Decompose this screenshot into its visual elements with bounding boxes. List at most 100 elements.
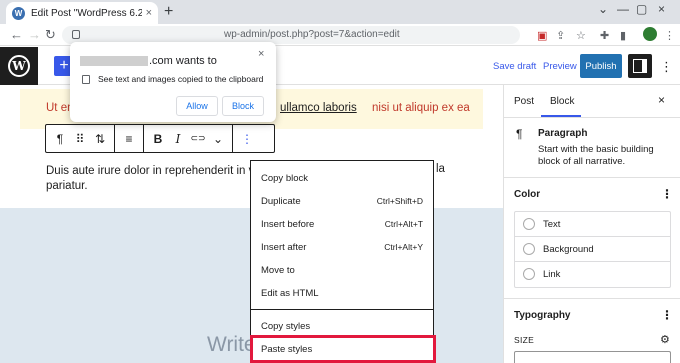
settings-toggle-icon[interactable] (628, 54, 652, 78)
block-description: Start with the basic building block of a… (538, 144, 654, 167)
menu-item-shortcut: Ctrl+Shift+D (376, 196, 423, 206)
font-size-picker[interactable] (514, 351, 671, 363)
italic-button[interactable]: I (168, 129, 188, 149)
share-icon[interactable]: ⇪ (556, 29, 565, 42)
close-window-button[interactable]: × (658, 2, 665, 16)
tab-close-icon[interactable]: × (146, 7, 152, 19)
permission-title: .com wants to (149, 55, 217, 67)
block-button[interactable]: Block (222, 96, 264, 116)
tab-title: Edit Post "WordPress 6.2" ‹ Word (31, 7, 142, 19)
align-icon[interactable]: ≡ (119, 129, 139, 149)
bookmark-star-icon[interactable]: ☆ (576, 29, 586, 42)
redacted-domain (80, 56, 148, 66)
extensions-icon[interactable]: ✚ (600, 29, 609, 42)
browser-tab-bar: W Edit Post "WordPress 6.2" ‹ Word × + ⌄… (0, 0, 680, 24)
chrome-menu-icon[interactable]: ⋮ (664, 29, 675, 42)
typography-section-title: Typography (514, 310, 571, 321)
active-tab-indicator (541, 115, 581, 117)
menu-item-shortcut: Ctrl+Alt+Y (384, 242, 423, 252)
divider (504, 177, 680, 178)
settings-sidebar: Post Block × ¶ Paragraph Start with the … (503, 85, 680, 363)
color-item-label: Link (543, 269, 561, 280)
color-section-title: Color (514, 189, 541, 200)
popup-close-icon[interactable]: × (258, 48, 264, 60)
menu-item-label: Move to (261, 265, 295, 276)
publish-button[interactable]: Publish (580, 54, 622, 78)
save-draft-button[interactable]: Save draft (493, 61, 536, 72)
url-text: wp-admin/post.php?post=7&action=edit (224, 29, 400, 40)
wordpress-logo-mark: W (8, 55, 30, 77)
menu-item-insert-before[interactable]: Insert before Ctrl+Alt+T (251, 214, 433, 236)
color-item-label: Background (543, 244, 594, 255)
menu-item-move-to[interactable]: Move to (251, 260, 433, 282)
wordpress-favicon-icon: W (12, 6, 25, 20)
options-menu-icon[interactable]: ⋮ (660, 59, 673, 75)
paragraph-link[interactable]: ullamco laboris (280, 102, 357, 114)
font-size-label: SIZE (514, 335, 535, 345)
paste-styles-highlight-box (250, 335, 436, 363)
body-paragraph-line2: pariatur. (46, 180, 88, 192)
tab-post[interactable]: Post (514, 96, 534, 107)
menu-item-label: Edit as HTML (261, 288, 319, 299)
block-options-menu: Copy block Duplicate Ctrl+Shift+D Insert… (250, 160, 434, 363)
permission-description: See text and images copied to the clipbo… (98, 74, 264, 84)
tab-block[interactable]: Block (550, 96, 574, 107)
menu-item-duplicate[interactable]: Duplicate Ctrl+Shift+D (251, 191, 433, 213)
new-tab-button[interactable]: + (164, 3, 173, 21)
block-options-icon[interactable]: ⋮ (237, 129, 257, 149)
color-swatch-icon (523, 218, 535, 230)
menu-item-label: Insert after (261, 242, 307, 253)
paragraph-block-icon[interactable]: ¶ (50, 129, 70, 149)
allow-button[interactable]: Allow (176, 96, 218, 116)
wordpress-logo-icon[interactable]: W (0, 47, 38, 85)
menu-item-insert-after[interactable]: Insert after Ctrl+Alt+Y (251, 237, 433, 259)
reload-icon[interactable]: ↻ (45, 27, 56, 43)
tab-search-icon[interactable]: ⌄ (598, 2, 608, 16)
side-panel-icon[interactable]: ▮ (620, 29, 626, 42)
block-title: Paragraph (538, 128, 588, 139)
color-item-label: Text (543, 219, 561, 230)
clipboard-permission-popup: .com wants to × See text and images copi… (70, 42, 276, 122)
clipboard-icon (82, 75, 90, 84)
clipboard-blocked-icon[interactable]: ▣ (537, 29, 547, 42)
back-arrow-icon[interactable]: ← (10, 27, 23, 42)
menu-item-label: Duplicate (261, 196, 301, 207)
minimize-button[interactable]: — (617, 2, 629, 16)
color-settings-list: Text Background Link (514, 211, 671, 288)
sidebar-tabs: Post Block × (504, 85, 680, 118)
lock-icon[interactable] (72, 30, 80, 39)
paragraph-icon: ¶ (516, 127, 523, 141)
menu-separator (251, 309, 433, 310)
divider (504, 298, 680, 299)
menu-item-label: Copy block (261, 173, 308, 184)
menu-item-copy-block[interactable]: Copy block (251, 168, 433, 190)
color-item-background[interactable]: Background (515, 237, 670, 262)
paragraph-text-end: nisi ut aliquip ex ea (372, 102, 470, 114)
body-paragraph[interactable]: Duis aute irure dolor in reprehenderit i… (46, 163, 276, 180)
profile-avatar[interactable] (643, 27, 657, 41)
maximize-button[interactable]: ▢ (636, 2, 647, 16)
block-toolbar: ¶ ⠿ ⇅ ≡ B I ⊂⊃ ⌄ ⋮ (45, 124, 275, 153)
body-paragraph-tail: la (436, 163, 445, 175)
bold-button[interactable]: B (148, 129, 168, 149)
more-rich-text-icon[interactable]: ⌄ (208, 129, 228, 149)
color-options-icon[interactable]: ⋮ (661, 187, 673, 201)
color-swatch-icon (523, 268, 535, 280)
color-swatch-icon (523, 243, 535, 255)
browser-tab[interactable]: W Edit Post "WordPress 6.2" ‹ Word × (6, 2, 158, 24)
color-item-link[interactable]: Link (515, 262, 670, 287)
cover-placeholder-text: Write (207, 333, 256, 356)
menu-item-label: Copy styles (261, 321, 311, 332)
font-size-settings-icon[interactable]: ⚙ (660, 333, 670, 346)
menu-item-shortcut: Ctrl+Alt+T (384, 219, 423, 229)
forward-arrow-icon[interactable]: → (28, 27, 41, 42)
preview-button[interactable]: Preview (543, 61, 577, 72)
typography-options-icon[interactable]: ⋮ (661, 308, 673, 322)
link-icon[interactable]: ⊂⊃ (188, 129, 208, 149)
sidebar-close-icon[interactable]: × (658, 93, 665, 107)
drag-handle-icon[interactable]: ⠿ (70, 129, 90, 149)
menu-item-label: Insert before (261, 219, 315, 230)
color-item-text[interactable]: Text (515, 212, 670, 237)
move-up-down-icon[interactable]: ⇅ (90, 129, 110, 149)
menu-item-edit-as-html[interactable]: Edit as HTML (251, 283, 433, 305)
